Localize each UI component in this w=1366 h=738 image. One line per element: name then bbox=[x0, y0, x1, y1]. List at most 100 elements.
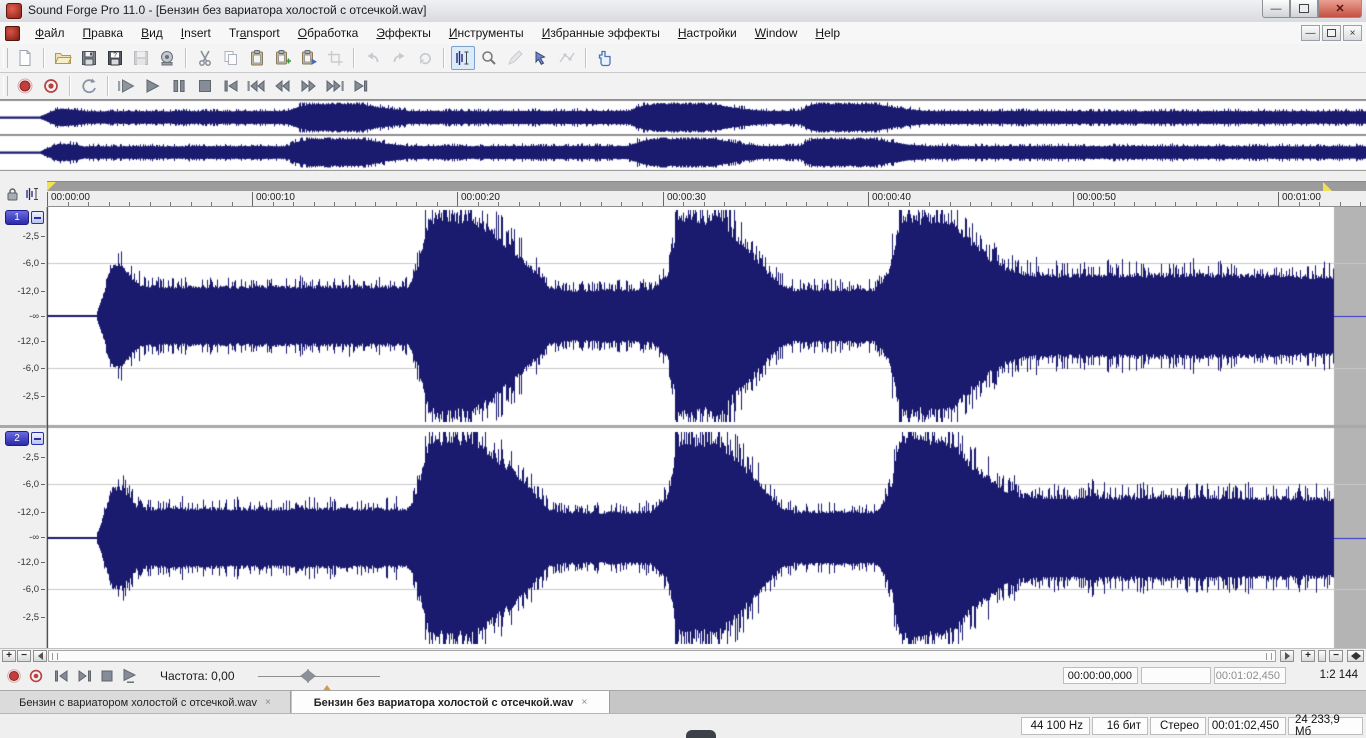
loop-region-bar[interactable] bbox=[47, 181, 1366, 191]
channel-2-minimize-button[interactable] bbox=[31, 432, 44, 445]
envelope-tool-button[interactable] bbox=[555, 46, 579, 70]
menu-item-favorites[interactable]: Избранные эффекты bbox=[533, 24, 669, 42]
channel-1-badge[interactable]: 1 bbox=[5, 210, 29, 225]
undo-button[interactable] bbox=[361, 46, 385, 70]
overview-waveform-panel[interactable] bbox=[0, 100, 1366, 171]
play-all-button[interactable] bbox=[115, 74, 139, 98]
window-restore-button[interactable] bbox=[1290, 0, 1318, 18]
forward-button[interactable] bbox=[297, 74, 321, 98]
edit-cursor-icon[interactable] bbox=[24, 186, 40, 202]
copy-button[interactable] bbox=[219, 46, 243, 70]
mdi-close-button[interactable]: × bbox=[1343, 25, 1362, 41]
zoom-fit-button[interactable] bbox=[1347, 650, 1364, 662]
menu-item-file[interactable]: Файл bbox=[26, 24, 74, 42]
forward-far-button[interactable] bbox=[323, 74, 347, 98]
open-button[interactable] bbox=[51, 46, 75, 70]
pencil-tool-button[interactable] bbox=[503, 46, 527, 70]
save-button[interactable] bbox=[77, 46, 101, 70]
zoom-ratio-readout[interactable]: 1:2 144 bbox=[1320, 669, 1358, 681]
length-box[interactable]: 00:01:02,450 bbox=[1214, 667, 1286, 684]
go-to-start-button[interactable] bbox=[219, 74, 243, 98]
region-end-flag[interactable] bbox=[1323, 182, 1332, 191]
scroll-left-button[interactable] bbox=[33, 650, 47, 662]
whats-this-button[interactable] bbox=[593, 46, 617, 70]
taskbar-peek[interactable] bbox=[686, 730, 716, 738]
mdi-restore-button[interactable] bbox=[1322, 25, 1341, 41]
record-remote-button-small[interactable] bbox=[26, 667, 46, 685]
channel-mode-box[interactable]: Стерео bbox=[1150, 717, 1206, 735]
tab-close-icon[interactable]: × bbox=[581, 697, 587, 708]
loop-playback-button[interactable] bbox=[77, 74, 101, 98]
tab-benzin-s-variatorom[interactable]: Бензин с вариатором холостой с отсечкой.… bbox=[0, 691, 291, 714]
zoom-slider-handle[interactable] bbox=[1318, 650, 1326, 662]
mdi-minimize-button[interactable]: — bbox=[1301, 25, 1320, 41]
record-remote-button[interactable] bbox=[39, 74, 63, 98]
magnify-tool-button[interactable] bbox=[477, 46, 501, 70]
document-icon[interactable] bbox=[5, 26, 20, 41]
play-button[interactable] bbox=[141, 74, 165, 98]
window-minimize-button[interactable]: — bbox=[1262, 0, 1290, 18]
new-button[interactable] bbox=[13, 46, 37, 70]
play-device-button-small[interactable] bbox=[120, 667, 140, 685]
zoom-in-time-button[interactable]: + bbox=[2, 650, 16, 662]
menu-item-insert[interactable]: Insert bbox=[172, 24, 220, 42]
go-to-end-button[interactable] bbox=[349, 74, 373, 98]
scroll-right-button[interactable] bbox=[1280, 650, 1294, 662]
event-tool-button[interactable] bbox=[529, 46, 553, 70]
redo-button[interactable] bbox=[387, 46, 411, 70]
window-close-button[interactable]: ✕ bbox=[1318, 0, 1362, 18]
go-to-end-button-small[interactable] bbox=[75, 667, 95, 685]
length-status-box[interactable]: 00:01:02,450 bbox=[1208, 717, 1286, 735]
overview-waveform[interactable] bbox=[0, 100, 1366, 171]
pause-button[interactable] bbox=[167, 74, 191, 98]
edit-tool-button[interactable] bbox=[451, 46, 475, 70]
stop-button[interactable] bbox=[193, 74, 217, 98]
stop-button-small[interactable] bbox=[97, 667, 117, 685]
save-all-button[interactable] bbox=[129, 46, 153, 70]
scrollbar-thumb[interactable] bbox=[48, 650, 1276, 662]
toolbar-grip[interactable] bbox=[3, 48, 8, 68]
menu-item-process[interactable]: Обработка bbox=[289, 24, 368, 42]
menu-item-tools[interactable]: Инструменты bbox=[440, 24, 533, 42]
menu-item-transport[interactable]: Transport bbox=[220, 24, 289, 42]
go-to-start-button-small[interactable] bbox=[52, 667, 72, 685]
time-ruler[interactable]: 00:00:0000:00:1000:00:2000:00:3000:00:40… bbox=[47, 191, 1366, 207]
cut-button[interactable] bbox=[193, 46, 217, 70]
menu-item-edit[interactable]: Правка bbox=[74, 24, 133, 42]
scrub-slider-thumb[interactable] bbox=[300, 669, 316, 683]
channel-1-minimize-button[interactable] bbox=[31, 211, 44, 224]
main-waveform[interactable] bbox=[47, 207, 1366, 648]
trim-button[interactable] bbox=[323, 46, 347, 70]
zoom-out-button[interactable]: − bbox=[1329, 650, 1343, 662]
rewind-far-button[interactable] bbox=[245, 74, 269, 98]
lock-icon[interactable] bbox=[6, 187, 19, 201]
paste-button[interactable] bbox=[245, 46, 269, 70]
free-space-box[interactable]: 24 233,9 Мб bbox=[1288, 717, 1363, 735]
publish-button[interactable] bbox=[155, 46, 179, 70]
selection-box[interactable] bbox=[1141, 667, 1211, 684]
menu-item-help[interactable]: Help bbox=[806, 24, 849, 42]
waveform-editor[interactable] bbox=[47, 207, 1366, 648]
save-as-button[interactable]: ? bbox=[103, 46, 127, 70]
record-button[interactable] bbox=[13, 74, 37, 98]
region-start-flag[interactable] bbox=[47, 182, 56, 191]
menu-item-options[interactable]: Настройки bbox=[669, 24, 746, 42]
cursor-position-box[interactable]: 00:00:00,000 bbox=[1063, 667, 1138, 684]
channel-2-badge[interactable]: 2 bbox=[5, 431, 29, 446]
tab-close-icon[interactable]: × bbox=[265, 697, 271, 708]
record-button-small[interactable] bbox=[4, 667, 24, 685]
zoom-out-time-button[interactable]: − bbox=[17, 650, 31, 662]
menu-item-window[interactable]: Window bbox=[746, 24, 807, 42]
repeat-button[interactable] bbox=[413, 46, 437, 70]
zoom-in-button[interactable]: + bbox=[1301, 650, 1315, 662]
sample-rate-box[interactable]: 44 100 Hz bbox=[1021, 717, 1090, 735]
toolbar-grip[interactable] bbox=[3, 76, 8, 96]
paste-special-button[interactable] bbox=[271, 46, 295, 70]
menu-item-view[interactable]: Вид bbox=[132, 24, 172, 42]
scrub-slider-track[interactable] bbox=[258, 676, 380, 677]
bit-depth-box[interactable]: 16 бит bbox=[1092, 717, 1148, 735]
paste-to-new-button[interactable] bbox=[297, 46, 321, 70]
rewind-button[interactable] bbox=[271, 74, 295, 98]
tab-benzin-bez-variatora[interactable]: Бензин без вариатора холостой с отсечкой… bbox=[292, 691, 610, 714]
menu-item-effects[interactable]: Эффекты bbox=[367, 24, 440, 42]
